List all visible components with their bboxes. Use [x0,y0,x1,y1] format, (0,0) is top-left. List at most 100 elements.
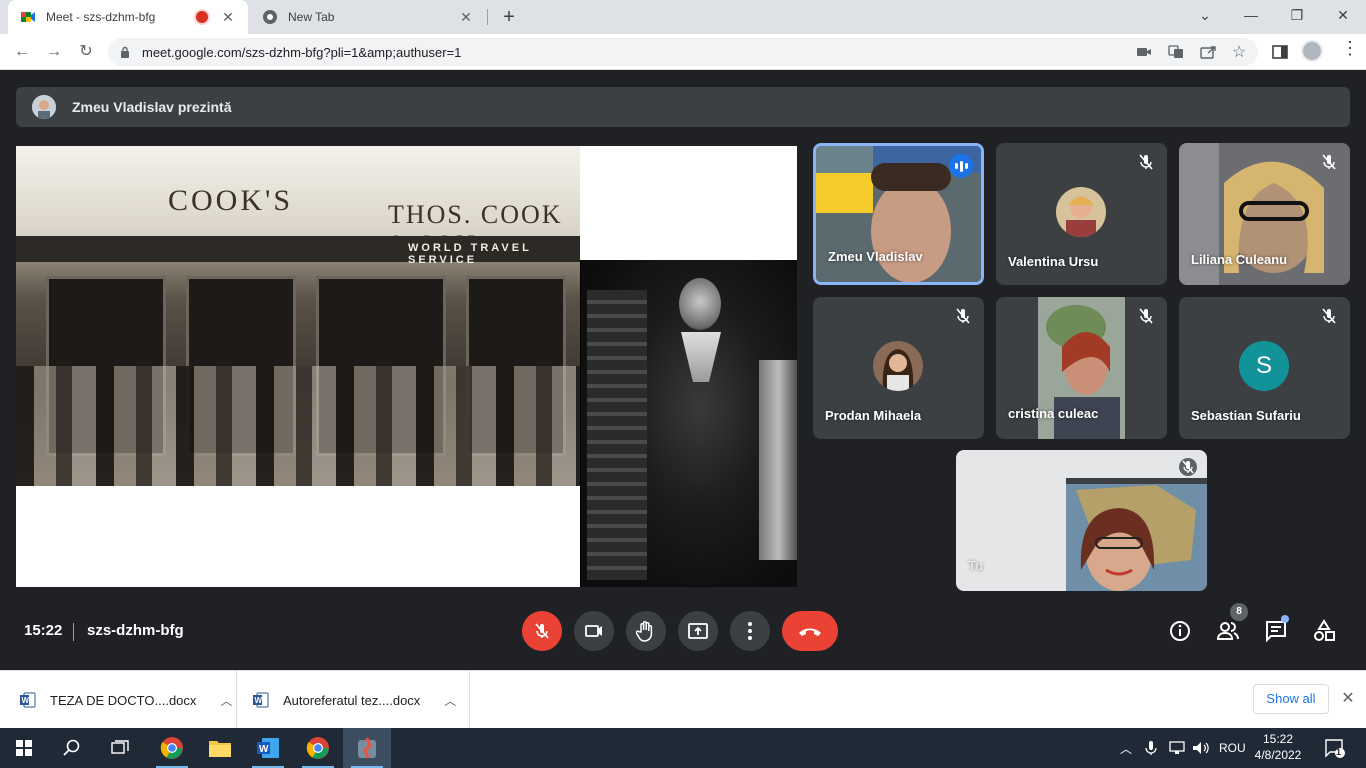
word-doc-icon: W [20,692,36,708]
participant-name: Zmeu Vladislav [828,249,923,264]
svg-text:W: W [259,744,269,755]
close-download-shelf-icon[interactable]: ✕ [1338,689,1358,709]
meet-call-area: Zmeu Vladislav prezintă COOK'S THOS. COO… [0,70,1366,670]
toggle-microphone-button[interactable] [522,611,562,651]
presenter-avatar [32,95,56,119]
forward-button[interactable]: → [42,40,66,64]
mic-off-icon [956,308,970,324]
tab-title: New Tab [288,10,335,24]
chevron-up-icon[interactable]: ︿ [220,692,232,709]
svg-text:W: W [22,696,30,705]
participant-tile[interactable]: cristina culeac [996,297,1167,439]
storefront-photo: COOK'S THOS. COOK & SON WORLD TRAVEL SER… [16,146,580,486]
browser-toolbar: ← → ↻ meet.google.com/szs-dzhm-bfg?pli=1… [0,34,1366,70]
tab-meet[interactable]: Meet - szs-dzhm-bfg ✕ [8,0,248,34]
chevron-up-icon[interactable]: ︿ [444,692,456,709]
close-tab-icon[interactable]: ✕ [458,9,474,26]
meeting-clock: 15:22 [24,622,63,639]
tab-new-tab[interactable]: New Tab ✕ [250,0,486,34]
volume-tray-icon[interactable] [1192,728,1210,768]
task-view-icon [111,740,129,754]
folder-icon [209,741,231,757]
mic-off-icon [1139,308,1153,324]
chrome-favicon-icon [262,9,278,25]
participant-tile[interactable]: Prodan Mihaela [813,297,984,439]
meeting-code: szs-dzhm-bfg [87,622,184,639]
new-tab-button[interactable]: + [498,6,520,28]
taskbar-word[interactable]: W [244,728,292,768]
show-all-downloads-button[interactable]: Show all [1253,684,1329,714]
restore-button[interactable]: ❐ [1274,0,1320,34]
toggle-camera-button[interactable] [574,611,614,651]
network-tray-icon[interactable] [1168,728,1186,768]
participant-name: Sebastian Sufariu [1191,408,1301,423]
close-tab-icon[interactable]: ✕ [220,9,236,26]
present-icon [688,623,708,639]
app-icon [358,737,376,759]
taskbar-chrome[interactable] [148,728,196,768]
bookmark-star-icon[interactable]: ☆ [1232,42,1248,61]
action-center-button[interactable]: 1 [1324,728,1346,768]
share-icon[interactable] [1200,45,1218,59]
people-icon[interactable] [1216,619,1240,643]
leave-call-button[interactable] [782,611,838,651]
participant-name: Valentina Ursu [1008,254,1099,269]
taskbar-file-explorer[interactable] [196,728,244,768]
address-bar[interactable]: meet.google.com/szs-dzhm-bfg?pli=1&amp;a… [108,38,1258,66]
meeting-info-icon[interactable] [1168,619,1192,643]
present-screen-button[interactable] [678,611,718,651]
minimize-button[interactable]: — [1228,0,1274,34]
lock-icon [121,46,129,58]
camera-in-use-icon[interactable] [1136,45,1152,59]
shop-band-text: WORLD TRAVEL SERVICE [408,242,532,266]
participant-tile[interactable]: Zmeu Vladislav [813,143,984,285]
raise-hand-button[interactable] [626,611,666,651]
participant-tile[interactable]: Valentina Ursu [996,143,1167,285]
reload-button[interactable]: ↻ [74,40,98,64]
microphone-tray-icon[interactable] [1145,728,1157,768]
download-item[interactable]: W Autoreferatul tez....docx ︿ [237,671,470,729]
recording-indicator-icon [196,11,208,23]
participant-tile[interactable]: Liliana Culeanu [1179,143,1350,285]
download-filename: Autoreferatul tez....docx [283,692,421,708]
tray-expand-icon[interactable]: ︿ [1120,728,1132,768]
self-video [956,450,1207,591]
task-view-button[interactable] [96,728,144,768]
input-language[interactable]: ROU [1219,728,1246,768]
download-item[interactable]: W TEZA DE DOCTO....docx ︿ [0,671,237,729]
profile-avatar[interactable] [1301,40,1323,62]
presentation-slide: COOK'S THOS. COOK & SON WORLD TRAVEL SER… [16,146,797,587]
side-panel-icon[interactable] [1270,42,1290,62]
more-options-button[interactable] [730,611,770,651]
download-filename: TEZA DE DOCTO....docx [50,692,197,708]
participant-count-badge: 8 [1230,603,1248,621]
hangup-icon [799,628,821,636]
portrait-photo [580,260,797,587]
url-text: meet.google.com/szs-dzhm-bfg?pli=1&amp;a… [142,45,462,60]
chrome-icon [306,737,329,759]
taskbar-chrome-2[interactable] [294,728,342,768]
taskbar-active-app[interactable] [343,728,391,768]
notification-count: 1 [1336,747,1342,757]
chat-unread-dot [1281,615,1289,623]
activities-icon[interactable] [1312,619,1336,643]
more-menu-icon[interactable]: ⋮ [1340,38,1360,58]
close-window-button[interactable]: ✕ [1320,0,1366,34]
system-clock[interactable]: 15:22 4/8/2022 [1252,731,1304,763]
participant-tile[interactable]: S Sebastian Sufariu [1179,297,1350,439]
back-button[interactable]: ← [10,40,34,64]
participant-name: Liliana Culeanu [1191,252,1288,267]
chrome-icon [160,737,183,759]
divider [73,623,74,641]
tab-title: Meet - szs-dzhm-bfg [46,10,156,24]
meet-favicon-icon [20,9,36,25]
search-button[interactable] [48,728,96,768]
clock-time: 15:22 [1262,732,1294,746]
mic-off-icon [1322,308,1336,324]
speaking-indicator-icon [949,154,973,178]
translate-icon[interactable] [1168,45,1184,59]
self-view-tile[interactable]: Tu [956,450,1207,591]
tab-search-icon[interactable]: ⌄ [1182,0,1228,34]
word-doc-icon: W [253,692,269,708]
start-button[interactable] [0,728,48,768]
